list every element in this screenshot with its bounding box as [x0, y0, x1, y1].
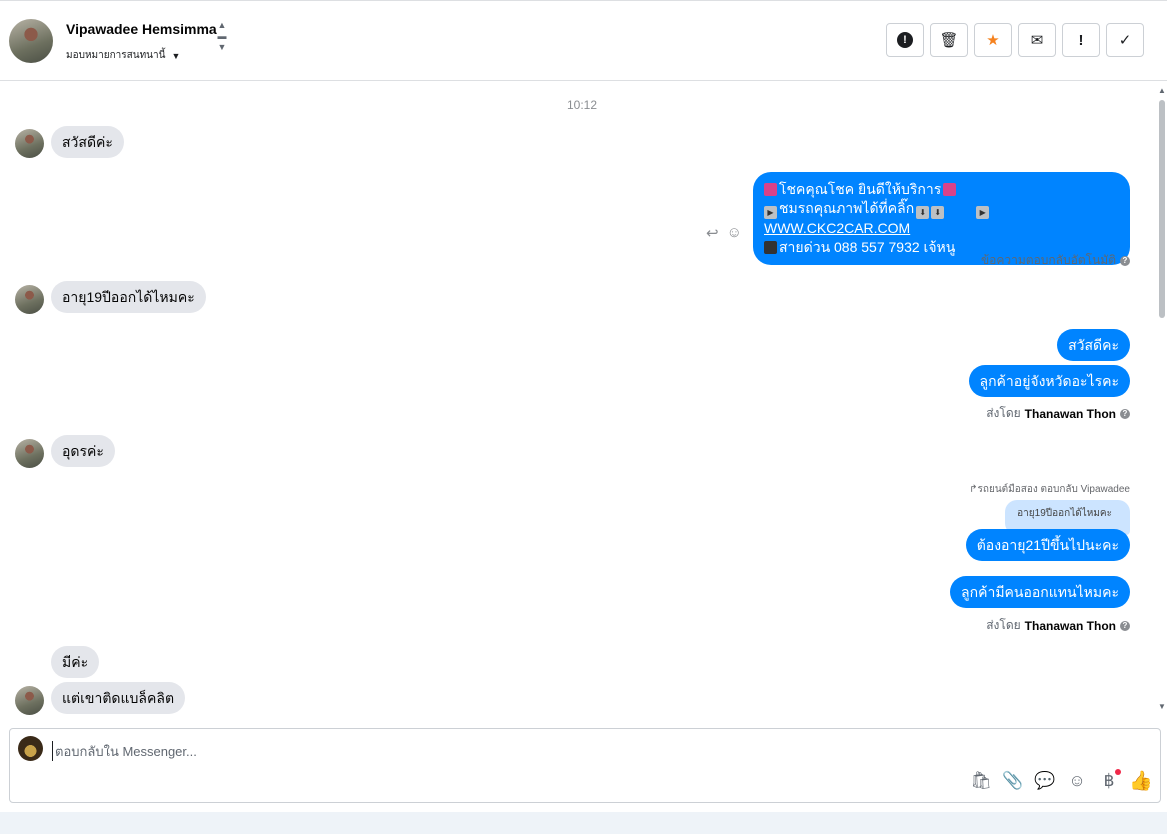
react-emoji-icon[interactable]: ☺: [727, 224, 742, 242]
incoming-message[interactable]: สวัสดีค่ะ: [51, 126, 124, 158]
help-icon[interactable]: ?: [1120, 408, 1130, 419]
help-icon[interactable]: ?: [1120, 620, 1130, 631]
reply-context-label: รถยนต์มือสอง ตอบกลับ Vipawadee: [977, 484, 1130, 495]
alert-circle-icon: !: [897, 32, 913, 48]
sent-by-label: ส่งโดย: [986, 618, 1021, 632]
outgoing-message[interactable]: สวัสดีคะ: [1057, 329, 1130, 361]
contact-name[interactable]: Vipawadee Hemsimma: [66, 21, 217, 37]
saved-reply-icon[interactable]: 💬: [1034, 771, 1055, 791]
message-tools: ↩ ☺: [706, 224, 742, 242]
follow-up-button[interactable]: !: [1062, 23, 1100, 57]
sparkle-icon: [764, 183, 777, 196]
attachment-icon[interactable]: 📎: [1002, 771, 1023, 791]
reply-icon[interactable]: ↩: [706, 224, 719, 242]
assign-conversation-dropdown[interactable]: มอบหมายการสนทนานี้ ▼: [66, 48, 180, 63]
contact-avatar-small[interactable]: [15, 439, 44, 468]
shop-icon[interactable]: 🛍: [970, 771, 992, 791]
reply-arrow-icon: ↱: [969, 484, 978, 495]
sender-name: Thanawan Thon: [1024, 406, 1116, 421]
sent-by-meta: ส่งโดย Thanawan Thon ?: [986, 616, 1130, 635]
outgoing-message[interactable]: ลูกค้ามีคนออกแทนไหมคะ: [950, 576, 1130, 608]
envelope-icon: ✉: [1030, 32, 1044, 49]
page-avatar: [18, 736, 43, 761]
drag-handle-icon: ▬: [217, 31, 227, 41]
exclamation-icon: !: [1078, 31, 1084, 49]
contact-avatar[interactable]: [9, 19, 53, 63]
reply-input[interactable]: [52, 741, 952, 761]
promo-line-3: สายด่วน 088 557 7932 เจ้หนู: [779, 239, 956, 255]
promo-link[interactable]: WWW.CKC2CAR.COM: [764, 220, 910, 236]
thread-scrollbar[interactable]: ▲ ▼: [1157, 82, 1167, 718]
incoming-message[interactable]: มีค่ะ: [51, 646, 100, 678]
contact-avatar-small[interactable]: [15, 686, 44, 715]
play-icon: ▶: [976, 206, 990, 219]
header-actions: ! 🗑 ★ ✉ ! ✓: [886, 23, 1144, 57]
emoji-icon[interactable]: ☺: [1068, 771, 1086, 791]
spam-button[interactable]: !: [886, 23, 924, 57]
checkmark-icon: ✓: [1118, 32, 1132, 49]
message-thread[interactable]: 10:12 สวัสดีค่ะ ↩ ☺ โชคคุณโชค ยินดีให้บร…: [0, 82, 1157, 718]
conversation-header: Vipawadee Hemsimma มอบหมายการสนทนานี้ ▼ …: [0, 0, 1167, 81]
contact-avatar-small[interactable]: [15, 285, 44, 314]
sent-by-meta: ส่งโดย Thanawan Thon ?: [986, 404, 1130, 423]
incoming-message[interactable]: อายุ19ปีออกได้ไหมคะ: [51, 281, 206, 313]
sparkle-icon: [943, 183, 957, 196]
help-icon[interactable]: ?: [1120, 255, 1130, 266]
incoming-message[interactable]: อุดรค่ะ: [51, 435, 115, 467]
like-icon[interactable]: 👍: [1129, 771, 1153, 792]
sent-by-label: ส่งโดย: [986, 406, 1021, 420]
mark-done-button[interactable]: ✓: [1106, 23, 1144, 57]
conversation-nav: ▲ ▬ ▼: [215, 21, 229, 52]
payment-icon[interactable]: ฿: [1100, 769, 1121, 791]
star-icon: ★: [986, 32, 1000, 49]
previous-conversation-icon[interactable]: ▲: [218, 21, 227, 30]
mark-unread-button[interactable]: ✉: [1018, 23, 1056, 57]
play-icon: ▶: [764, 206, 777, 219]
star-button[interactable]: ★: [974, 23, 1012, 57]
scroll-thumb[interactable]: [1159, 100, 1165, 318]
trash-icon: 🗑: [939, 32, 959, 49]
reply-context: ↱รถยนต์มือสอง ตอบกลับ Vipawadee: [969, 482, 1130, 497]
delete-button[interactable]: 🗑: [930, 23, 968, 57]
auto-reply-meta: ข้อความตอบกลับอัตโนมัติ ?: [981, 251, 1130, 270]
outgoing-message[interactable]: ลูกค้าอยู่จังหวัดอะไรคะ: [968, 365, 1130, 397]
auto-reply-label: ข้อความตอบกลับอัตโนมัติ: [980, 253, 1116, 267]
contact-avatar-small[interactable]: [15, 129, 44, 158]
promo-line-1: โชคคุณโชค ยินดีให้บริการ: [779, 181, 942, 197]
next-conversation-icon[interactable]: ▼: [218, 43, 227, 52]
time-separator: 10:12: [566, 98, 598, 112]
promo-line-2: ชมรถคุณภาพได้ที่คลิ๊ก: [779, 200, 915, 216]
scroll-down-icon[interactable]: ▼: [1158, 702, 1166, 711]
scroll-up-icon[interactable]: ▲: [1158, 86, 1166, 95]
reply-composer: 🛍 📎 💬 ☺ ฿ 👍: [9, 728, 1161, 803]
page-footer-band: [0, 812, 1167, 834]
inbox-conversation-panel: Vipawadee Hemsimma มอบหมายการสนทนานี้ ▼ …: [0, 0, 1167, 834]
caret-down-icon: ▼: [171, 50, 181, 61]
composer-tools: 🛍 📎 💬 ☺ ฿ 👍: [970, 769, 1153, 792]
incoming-message[interactable]: แต่เขาติดแบล็คลิต: [51, 682, 186, 714]
outgoing-message[interactable]: ต้องอายุ21ปีขึ้นไปนะคะ: [965, 529, 1130, 561]
assign-label: มอบหมายการสนทนานี้: [66, 50, 166, 61]
phone-icon: [764, 241, 777, 254]
down-arrow-icon: ⬇: [916, 206, 930, 219]
down-arrow-icon: ⬇: [931, 206, 945, 219]
notification-dot: [1115, 769, 1121, 775]
sender-name: Thanawan Thon: [1024, 618, 1116, 633]
